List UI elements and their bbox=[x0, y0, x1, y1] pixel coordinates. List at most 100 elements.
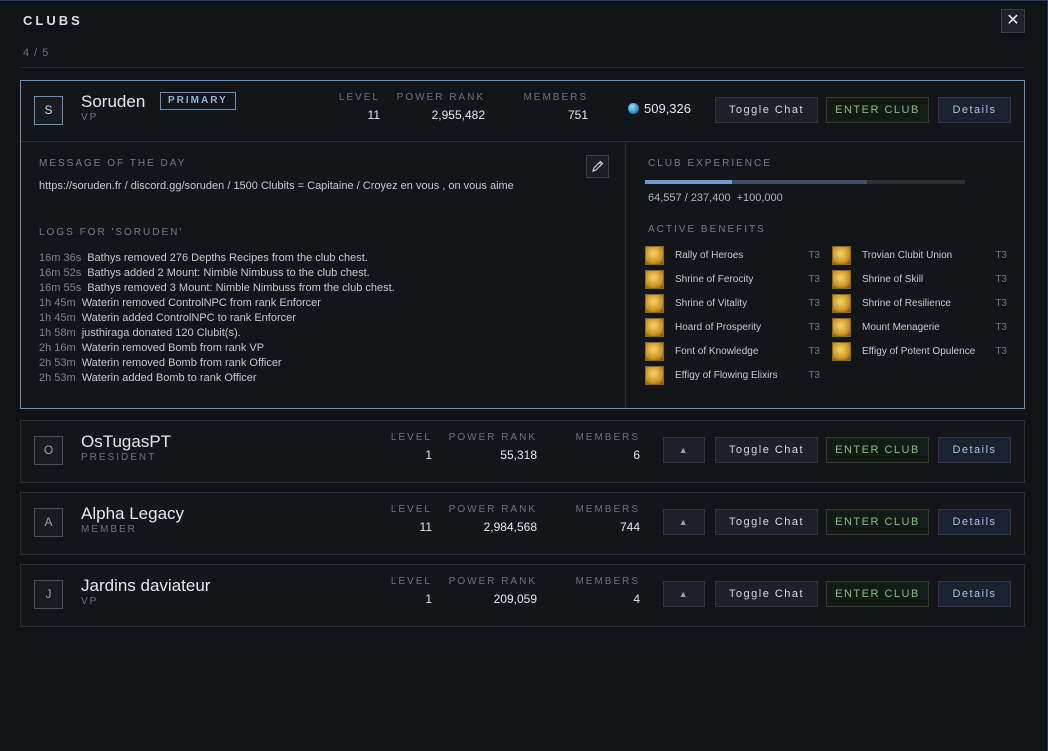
members-stat: MEMBERS 4 bbox=[569, 576, 640, 606]
details-button[interactable]: Details bbox=[938, 97, 1011, 123]
clubit-gem-icon bbox=[628, 103, 639, 114]
enter-club-button[interactable]: ENTER CLUB bbox=[826, 581, 929, 607]
level-value: 11 bbox=[367, 108, 380, 122]
prosperity-icon bbox=[645, 318, 664, 337]
knowledge-icon bbox=[645, 342, 664, 361]
log-time: 1h 45m bbox=[39, 312, 76, 324]
enter-club-button[interactable]: ENTER CLUB bbox=[826, 437, 929, 463]
benefit-name: Shrine of Skill bbox=[862, 274, 924, 285]
club-card: A Alpha Legacy MEMBER LEVEL 11 POWER RANK 2,98… bbox=[20, 492, 1025, 555]
log-entry: 2h 16m Waterin removed Bomb from rank VP bbox=[39, 341, 395, 356]
experience-readout: 64,557 / 237,400 +100,000 bbox=[648, 192, 783, 204]
details-button[interactable]: Details bbox=[938, 509, 1011, 535]
level-label: LEVEL bbox=[390, 432, 432, 443]
move-up-button[interactable]: ▲ bbox=[663, 437, 705, 463]
benefit-tier: T3 bbox=[808, 250, 820, 261]
club-header: O OsTugasPT PRESIDENT LEVEL 1 POWER RANK 55,31… bbox=[21, 421, 1024, 482]
logs-list: 16m 36s Bathys removed 276 Depths Recipes… bbox=[39, 251, 395, 386]
log-text: justhiraga donated 120 Clubit(s). bbox=[81, 327, 241, 339]
members-label: MEMBERS bbox=[575, 432, 640, 443]
elixirs-icon bbox=[645, 366, 664, 385]
ferocity-icon bbox=[645, 270, 664, 289]
club-card: J Jardins daviateur VP LEVEL 1 POWER RANK 209,… bbox=[20, 564, 1025, 627]
level-stat: LEVEL 11 bbox=[373, 504, 432, 534]
toggle-chat-button[interactable]: Toggle Chat bbox=[715, 581, 818, 607]
club-avatar: O bbox=[34, 436, 63, 465]
experience-label: CLUB EXPERIENCE bbox=[648, 158, 772, 169]
club-rank: PRESIDENT bbox=[81, 452, 157, 463]
benefit-name: Effigy of Flowing Elixirs bbox=[675, 370, 778, 381]
log-entry: 1h 45m Waterin removed ControlNPC from ra… bbox=[39, 296, 395, 311]
benefit-item[interactable]: Shrine of Resilience T3 bbox=[832, 294, 1007, 314]
benefit-tier: T3 bbox=[808, 346, 820, 357]
benefit-name: Trovian Clubit Union bbox=[862, 250, 953, 261]
log-time: 2h 53m bbox=[39, 357, 76, 369]
toggle-chat-button[interactable]: Toggle Chat bbox=[715, 437, 818, 463]
members-value: 6 bbox=[633, 448, 640, 462]
opulence-icon bbox=[832, 342, 851, 361]
log-time: 2h 16m bbox=[39, 342, 76, 354]
details-button[interactable]: Details bbox=[938, 437, 1011, 463]
rally-icon bbox=[645, 246, 664, 265]
power-rank-stat: POWER RANK 2,955,482 bbox=[396, 92, 485, 122]
union-icon bbox=[832, 246, 851, 265]
log-time: 1h 45m bbox=[39, 297, 76, 309]
benefit-name: Shrine of Ferocity bbox=[675, 274, 754, 285]
move-up-button[interactable]: ▲ bbox=[663, 581, 705, 607]
move-up-button[interactable]: ▲ bbox=[663, 509, 705, 535]
power-rank-stat: POWER RANK 2,984,568 bbox=[448, 504, 537, 534]
benefit-item[interactable]: Hoard of Prosperity T3 bbox=[645, 318, 820, 338]
close-button[interactable]: ✕ bbox=[1001, 9, 1025, 33]
club-name: OsTugasPT bbox=[81, 432, 172, 451]
benefit-item[interactable]: Effigy of Potent Opulence T3 bbox=[832, 342, 1007, 362]
benefit-item[interactable]: Font of Knowledge T3 bbox=[645, 342, 820, 362]
club-avatar: A bbox=[34, 508, 63, 537]
experience-value: 64,557 / 237,400 bbox=[648, 192, 731, 204]
members-label: MEMBERS bbox=[575, 576, 640, 587]
toggle-chat-button[interactable]: Toggle Chat bbox=[715, 97, 818, 123]
benefit-name: Shrine of Vitality bbox=[675, 298, 748, 309]
level-value: 1 bbox=[425, 592, 432, 606]
benefit-item[interactable]: Shrine of Ferocity T3 bbox=[645, 270, 820, 290]
experience-bonus-fill bbox=[732, 180, 867, 184]
members-label: MEMBERS bbox=[575, 504, 640, 515]
divider bbox=[20, 67, 1024, 68]
resilience-icon bbox=[832, 294, 851, 313]
benefit-item[interactable]: Shrine of Skill T3 bbox=[832, 270, 1007, 290]
members-label: MEMBERS bbox=[523, 92, 588, 103]
club-card: O OsTugasPT PRESIDENT LEVEL 1 POWER RANK 55,31… bbox=[20, 420, 1025, 483]
club-name: Jardins daviateur bbox=[81, 576, 211, 595]
details-button[interactable]: Details bbox=[938, 581, 1011, 607]
log-entry: 1h 45m Waterin added ControlNPC to rank E… bbox=[39, 311, 395, 326]
enter-club-button[interactable]: ENTER CLUB bbox=[826, 509, 929, 535]
benefit-item[interactable]: Effigy of Flowing Elixirs T3 bbox=[645, 366, 820, 386]
log-text: Bathys added 2 Mount: Nimble Nimbuss to … bbox=[87, 267, 370, 279]
benefit-name: Font of Knowledge bbox=[675, 346, 759, 357]
pencil-icon bbox=[592, 160, 604, 172]
benefit-item[interactable]: Mount Menagerie T3 bbox=[832, 318, 1007, 338]
motd-label: MESSAGE OF THE DAY bbox=[39, 158, 187, 169]
benefit-tier: T3 bbox=[995, 250, 1007, 261]
club-name: Soruden bbox=[81, 92, 146, 111]
log-text: Waterin removed Bomb from rank VP bbox=[81, 342, 265, 354]
primary-badge: PRIMARY bbox=[160, 92, 236, 110]
level-label: LEVEL bbox=[390, 576, 432, 587]
log-time: 1h 58m bbox=[39, 327, 76, 339]
log-time: 2h 53m bbox=[39, 372, 76, 384]
edit-motd-button[interactable] bbox=[586, 155, 609, 178]
club-card-primary: S Soruden VP PRIMARY LEVEL 11 POWER RANK… bbox=[20, 80, 1025, 409]
benefit-item[interactable]: Trovian Clubit Union T3 bbox=[832, 246, 1007, 266]
log-entry: 16m 55s Bathys removed 3 Mount: Nimble Ni… bbox=[39, 281, 395, 296]
benefit-item[interactable]: Shrine of Vitality T3 bbox=[645, 294, 820, 314]
club-name: Alpha Legacy bbox=[81, 504, 185, 523]
window-title: CLUBS bbox=[23, 13, 83, 28]
log-time: 16m 55s bbox=[39, 282, 82, 294]
power-rank-value: 2,955,482 bbox=[431, 108, 485, 122]
toggle-chat-button[interactable]: Toggle Chat bbox=[715, 509, 818, 535]
benefit-tier: T3 bbox=[995, 346, 1007, 357]
members-value: 4 bbox=[633, 592, 640, 606]
benefit-item[interactable]: Rally of Heroes T3 bbox=[645, 246, 820, 266]
experience-bonus: +100,000 bbox=[736, 192, 783, 204]
power-rank-label: POWER RANK bbox=[448, 576, 537, 587]
enter-club-button[interactable]: ENTER CLUB bbox=[826, 97, 929, 123]
